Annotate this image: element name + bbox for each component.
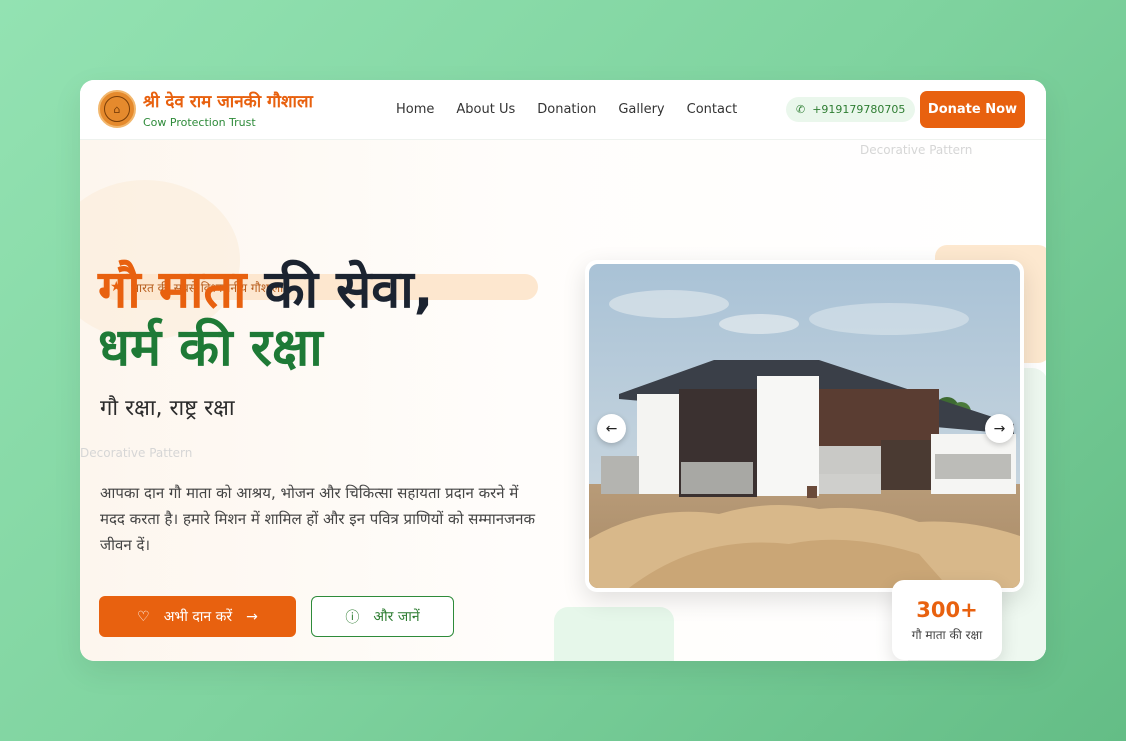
hero-section: Decorative Pattern Decorative Pattern ★ … xyxy=(80,140,1046,661)
gaushala-shed-photo: ← → xyxy=(589,264,1020,588)
nav-menu: Home About Us Donation Gallery Contact xyxy=(396,102,737,117)
brand-title[interactable]: श्री देव राम जानकी गौशाला xyxy=(143,89,313,112)
heart-icon: ♡ xyxy=(137,608,150,625)
hero-tagline: गौ रक्षा, राष्ट्र रक्षा xyxy=(100,396,235,421)
brand-subtitle: Cow Protection Trust xyxy=(143,116,256,129)
hero-title-highlight: गौ माता xyxy=(98,260,247,320)
phone-number: +919179780705 xyxy=(812,103,906,116)
phone-contact[interactable]: ✆ +919179780705 xyxy=(786,97,916,122)
learn-more-button[interactable]: ⓘ और जानें xyxy=(311,596,454,637)
stat-number: 300+ xyxy=(916,597,978,622)
arrow-left-icon: ← xyxy=(605,420,618,437)
donate-now-hero-button[interactable]: ♡ अभी दान करें → xyxy=(99,596,296,637)
stat-label: गौ माता की रक्षा xyxy=(911,627,983,642)
decorative-pattern-alt: Decorative Pattern xyxy=(80,446,193,460)
nav-item-about[interactable]: About Us xyxy=(456,102,515,117)
donate-now-button[interactable]: Donate Now xyxy=(920,91,1025,128)
decorative-blob xyxy=(554,607,674,661)
hero-title-line2: धर्म की रक्षा xyxy=(98,318,323,378)
nav-item-gallery[interactable]: Gallery xyxy=(618,102,664,117)
gallery-carousel: ← → xyxy=(585,260,1024,592)
decorative-pattern-alt: Decorative Pattern xyxy=(860,143,973,157)
temple-emblem-icon: ⌂ xyxy=(104,96,130,122)
arrow-right-icon: → xyxy=(993,420,1006,437)
hero-title-rest: की सेवा, xyxy=(264,260,434,320)
carousel-next-button[interactable]: → xyxy=(985,414,1014,443)
info-icon: ⓘ xyxy=(345,609,360,626)
main-card: Decorative Pattern Decorative Pattern ★ … xyxy=(80,80,1046,661)
nav-item-contact[interactable]: Contact xyxy=(687,102,738,117)
logo[interactable]: ⌂ xyxy=(98,90,136,128)
learn-more-label: और जानें xyxy=(373,609,420,625)
nav-item-home[interactable]: Home xyxy=(396,102,434,117)
phone-icon: ✆ xyxy=(796,103,806,116)
stat-card: 300+ गौ माता की रक्षा xyxy=(892,580,1002,660)
navbar: ⌂ श्री देव राम जानकी गौशाला Cow Protecti… xyxy=(80,80,1046,140)
hero-title-line1: गौ माता की सेवा, xyxy=(98,262,433,318)
hero-description: आपका दान गौ माता को आश्रय, भोजन और चिकित… xyxy=(100,484,536,554)
nav-item-donation[interactable]: Donation xyxy=(537,102,596,117)
donate-now-hero-label: अभी दान करें xyxy=(163,609,233,625)
arrow-right-icon: → xyxy=(246,608,258,625)
carousel-prev-button[interactable]: ← xyxy=(597,414,626,443)
